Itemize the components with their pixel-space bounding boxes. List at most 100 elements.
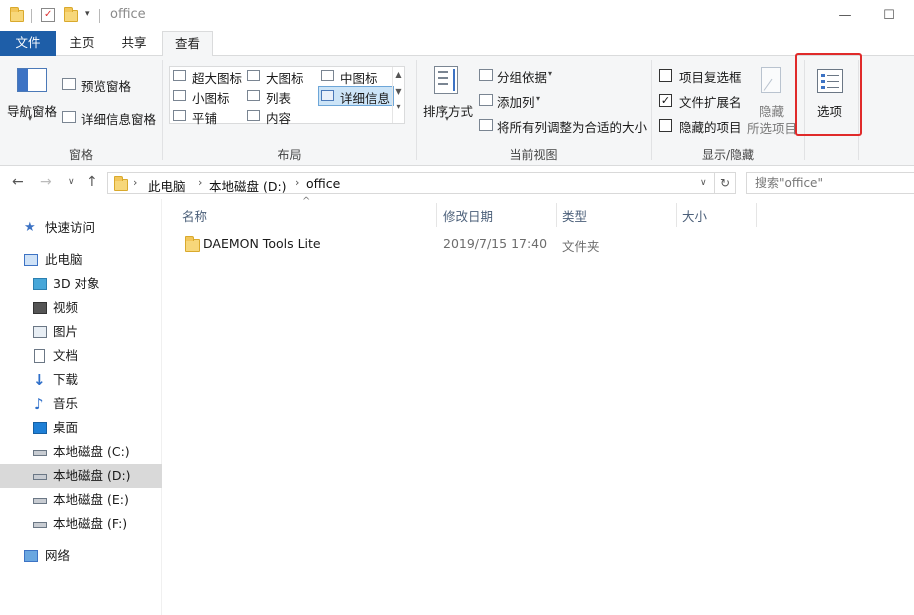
column-separator[interactable] bbox=[436, 203, 437, 227]
preview-pane-icon bbox=[62, 78, 76, 90]
music-note-icon: ♪ bbox=[34, 395, 44, 413]
drive-icon bbox=[33, 474, 47, 480]
sidebar-item-label: 本地磁盘 (F:) bbox=[53, 516, 128, 531]
refresh-icon[interactable]: ↻ bbox=[715, 172, 736, 194]
column-header-name[interactable]: 名称 bbox=[182, 206, 207, 225]
recent-locations-chevron-icon[interactable]: ∨ bbox=[68, 177, 75, 187]
folder-icon bbox=[10, 7, 24, 22]
sidebar-item-drive-c[interactable]: 本地磁盘 (C:) bbox=[0, 440, 162, 464]
column-separator[interactable] bbox=[756, 203, 757, 227]
sidebar-item-drive-e[interactable]: 本地磁盘 (E:) bbox=[0, 488, 162, 512]
column-header-date[interactable]: 修改日期 bbox=[443, 206, 493, 225]
layout-small-icons[interactable]: 小图标 bbox=[192, 88, 230, 107]
address-dropdown-chevron-icon[interactable]: ∨ bbox=[700, 178, 707, 188]
chevron-down-icon[interactable]: ▼ bbox=[393, 87, 404, 96]
properties-icon[interactable]: ✓ bbox=[41, 8, 55, 22]
sidebar-item-3d-objects[interactable]: 3D 对象 bbox=[0, 272, 162, 296]
sidebar-item-network[interactable]: 网络 bbox=[0, 544, 162, 568]
up-arrow-icon[interactable]: ↑ bbox=[86, 174, 98, 190]
add-column-button[interactable]: 添加列 bbox=[497, 92, 535, 111]
breadcrumb-this-pc[interactable]: 此电脑 bbox=[148, 176, 186, 195]
chevron-right-icon[interactable]: › bbox=[295, 176, 299, 189]
breadcrumb-drive-d[interactable]: 本地磁盘 (D:) bbox=[209, 176, 287, 195]
column-header-type[interactable]: 类型 bbox=[562, 206, 587, 225]
details-pane-button[interactable]: 详细信息窗格 bbox=[81, 109, 156, 128]
desktop-icon bbox=[33, 422, 47, 434]
chevron-right-icon[interactable]: › bbox=[133, 176, 137, 189]
layout-content[interactable]: 内容 bbox=[266, 108, 291, 127]
column-header-size[interactable]: 大小 bbox=[682, 206, 707, 225]
navigation-pane-icon[interactable] bbox=[17, 68, 47, 92]
sidebar-item-label: 下载 bbox=[53, 372, 79, 387]
hide-selected-button-line2[interactable]: 所选项目 bbox=[747, 118, 797, 137]
cube-icon bbox=[33, 278, 47, 290]
group-label-show-hide: 显示/隐藏 bbox=[701, 148, 755, 162]
sidebar-item-this-pc[interactable]: 此电脑 bbox=[0, 248, 162, 272]
layout-medium-icons[interactable]: 中图标 bbox=[340, 68, 378, 87]
chevron-up-icon[interactable]: ▲ bbox=[393, 70, 404, 79]
group-label-layout: 布局 bbox=[277, 148, 302, 162]
sidebar-item-documents[interactable]: 文档 bbox=[0, 344, 162, 368]
sidebar-item-label: 文档 bbox=[53, 348, 79, 363]
sidebar-item-label: 网络 bbox=[45, 548, 71, 563]
tab-file[interactable]: 文件 bbox=[0, 31, 56, 56]
group-by-button[interactable]: 分组依据 bbox=[497, 67, 547, 86]
search-input[interactable]: 搜索"office" bbox=[746, 172, 914, 194]
folder-icon bbox=[114, 176, 128, 191]
breadcrumb-office[interactable]: office bbox=[306, 176, 340, 191]
group-separator bbox=[162, 60, 163, 160]
layout-list[interactable]: 列表 bbox=[266, 88, 291, 107]
item-checkboxes-checkbox[interactable] bbox=[659, 69, 672, 82]
hidden-items-checkbox[interactable] bbox=[659, 119, 672, 132]
layout-large-icons[interactable]: 大图标 bbox=[266, 68, 304, 87]
file-extensions-checkbox[interactable]: ✓ bbox=[659, 94, 672, 107]
layout-tiles[interactable]: 平铺 bbox=[192, 108, 217, 127]
hidden-items-label[interactable]: 隐藏的项目 bbox=[679, 117, 742, 136]
tab-home[interactable]: 主页 bbox=[58, 31, 106, 56]
download-arrow-icon: ↓ bbox=[33, 371, 46, 389]
fit-columns-icon bbox=[479, 119, 493, 131]
sidebar-item-label: 此电脑 bbox=[45, 252, 83, 267]
gallery-scrollbar[interactable]: ▲ ▼ ▾ bbox=[392, 67, 404, 123]
sidebar-item-drive-d[interactable]: 本地磁盘 (D:) bbox=[0, 464, 162, 488]
chevron-down-icon: ▾ bbox=[536, 94, 541, 103]
tab-share[interactable]: 共享 bbox=[110, 31, 158, 56]
item-checkboxes-label[interactable]: 项目复选框 bbox=[679, 67, 742, 86]
sidebar-item-music[interactable]: ♪ 音乐 bbox=[0, 392, 162, 416]
chevron-right-icon[interactable]: › bbox=[198, 176, 202, 189]
sidebar-item-label: 快速访问 bbox=[45, 220, 96, 235]
column-separator[interactable] bbox=[556, 203, 557, 227]
preview-pane-button[interactable]: 预览窗格 bbox=[81, 76, 131, 95]
column-separator[interactable] bbox=[676, 203, 677, 227]
star-icon: ★ bbox=[24, 220, 36, 235]
sidebar-item-downloads[interactable]: ↓ 下载 bbox=[0, 368, 162, 392]
add-column-icon bbox=[479, 94, 493, 106]
network-icon bbox=[24, 550, 38, 562]
ribbon: 导航窗格 ▾ 预览窗格 详细信息窗格 窗格 超大图标 大图标 中图标 小图标 列… bbox=[0, 56, 914, 166]
navigation-sidebar: ★ 快速访问 此电脑 3D 对象 视频 图片 文档 ↓ 下载 ♪ 音乐 桌面 本… bbox=[0, 199, 162, 615]
table-row[interactable]: DAEMON Tools Lite 2019/7/15 17:40 文件夹 bbox=[179, 233, 759, 255]
new-folder-icon[interactable] bbox=[64, 7, 78, 22]
sidebar-item-pictures[interactable]: 图片 bbox=[0, 320, 162, 344]
address-bar[interactable]: › 此电脑 › 本地磁盘 (D:) › office ∨ bbox=[107, 172, 715, 194]
layout-extra-large-icons[interactable]: 超大图标 bbox=[192, 68, 242, 87]
forward-arrow-icon[interactable]: → bbox=[40, 174, 52, 190]
sidebar-item-desktop[interactable]: 桌面 bbox=[0, 416, 162, 440]
sidebar-item-quick-access[interactable]: ★ 快速访问 bbox=[0, 216, 162, 240]
sidebar-item-drive-f[interactable]: 本地磁盘 (F:) bbox=[0, 512, 162, 536]
group-label-current-view: 当前视图 bbox=[509, 148, 558, 162]
file-extensions-label[interactable]: 文件扩展名 bbox=[679, 92, 742, 111]
sidebar-item-label: 3D 对象 bbox=[53, 276, 100, 291]
minimize-button[interactable]: — bbox=[822, 0, 868, 31]
details-pane-icon bbox=[62, 111, 76, 123]
back-arrow-icon[interactable]: ← bbox=[12, 174, 24, 190]
sidebar-item-label: 视频 bbox=[53, 300, 79, 315]
file-list: ^ 名称 修改日期 类型 大小 DAEMON Tools Lite 2019/7… bbox=[163, 196, 914, 615]
tab-view[interactable]: 查看 bbox=[162, 31, 213, 57]
sidebar-item-videos[interactable]: 视频 bbox=[0, 296, 162, 320]
layout-details[interactable]: 详细信息 bbox=[340, 88, 390, 107]
maximize-button[interactable]: ☐ bbox=[866, 0, 912, 31]
fit-columns-button[interactable]: 将所有列调整为合适的大小 bbox=[497, 117, 647, 136]
expand-gallery-icon[interactable]: ▾ bbox=[393, 102, 404, 111]
customize-quick-access-icon[interactable]: ▾ bbox=[85, 9, 90, 19]
